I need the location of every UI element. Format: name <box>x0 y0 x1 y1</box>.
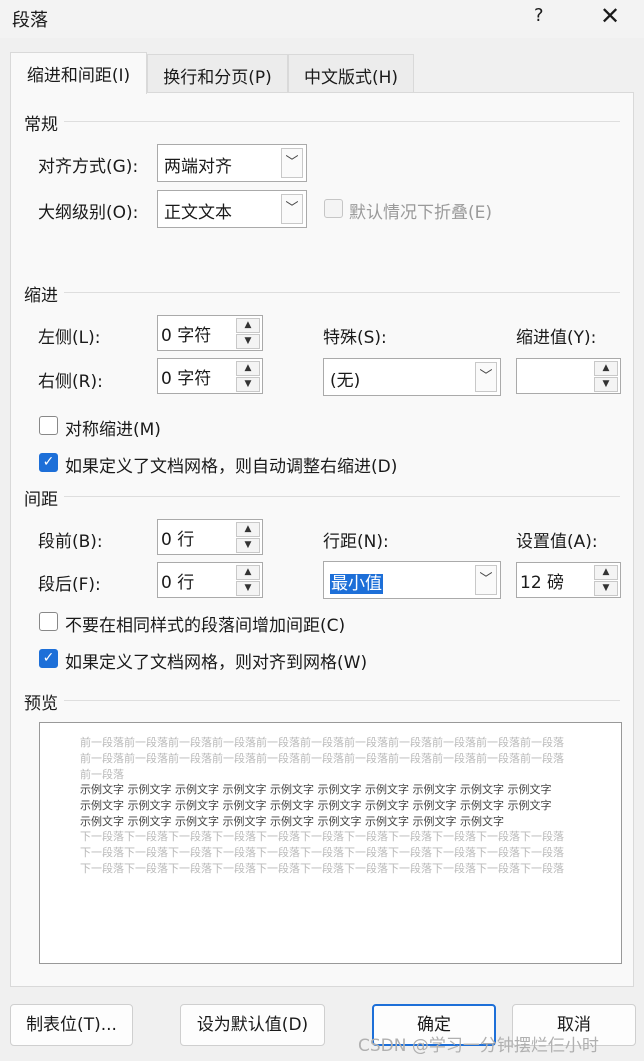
spin-up-icon[interactable]: ▲ <box>236 361 260 376</box>
alignment-select[interactable]: 两端对齐 ﹀ <box>157 144 307 182</box>
window-title: 段落 <box>12 10 48 31</box>
snap-to-grid-checkbox[interactable]: ✓ <box>39 649 58 668</box>
preview-sample-paragraph: 示例文字 示例文字 示例文字 示例文字 示例文字 示例文字 示例文字 示例文字 … <box>80 783 552 828</box>
set-default-button[interactable]: 设为默认值(D) <box>180 1004 325 1046</box>
collapse-label: 默认情况下折叠(E) <box>349 203 493 223</box>
spin-down-icon[interactable]: ▼ <box>594 581 618 596</box>
line-spacing-label: 行距(N): <box>323 532 389 552</box>
spacing-before-value: 0 行 <box>161 530 195 550</box>
spacing-at-stepper[interactable]: 12 磅 ▲ ▼ <box>516 562 621 598</box>
spacing-at-label: 设置值(A): <box>516 532 598 552</box>
chevron-down-icon[interactable]: ﹀ <box>281 194 303 224</box>
tabs-button[interactable]: 制表位(T)... <box>10 1004 133 1046</box>
mirror-indents-checkbox[interactable] <box>39 416 58 435</box>
tab-asian-typography[interactable]: 中文版式(H) <box>288 54 414 92</box>
mirror-indents-label: 对称缩进(M) <box>65 420 161 440</box>
divider <box>64 292 620 293</box>
collapse-checkbox[interactable] <box>324 199 343 218</box>
outline-level-label: 大纲级别(O): <box>38 203 139 223</box>
spin-up-icon[interactable]: ▲ <box>594 361 618 376</box>
spacing-before-label: 段前(B): <box>38 532 103 552</box>
special-value: (无) <box>330 371 361 391</box>
spin-up-icon[interactable]: ▲ <box>236 522 260 537</box>
indent-right-stepper[interactable]: 0 字符 ▲ ▼ <box>157 358 263 394</box>
indent-right-label: 右侧(R): <box>38 372 103 392</box>
spacing-after-value: 0 行 <box>161 573 195 593</box>
checkmark-icon: ✓ <box>42 650 55 666</box>
line-spacing-selected-text: 最小值 <box>330 574 383 594</box>
no-space-same-style-checkbox[interactable] <box>39 612 58 631</box>
divider <box>64 121 620 122</box>
spacing-after-stepper[interactable]: 0 行 ▲ ▼ <box>157 562 263 598</box>
indentation-heading: 缩进 <box>24 286 58 306</box>
line-spacing-select[interactable]: 最小值 ﹀ <box>323 561 501 599</box>
spacing-after-label: 段后(F): <box>38 575 101 595</box>
spin-up-icon[interactable]: ▲ <box>236 565 260 580</box>
spacing-before-stepper[interactable]: 0 行 ▲ ▼ <box>157 519 263 555</box>
help-button[interactable]: ? <box>534 5 544 26</box>
spin-down-icon[interactable]: ▼ <box>236 581 260 596</box>
indent-left-label: 左侧(L): <box>38 328 101 348</box>
no-space-same-style-label: 不要在相同样式的段落间增加间距(C) <box>65 616 346 636</box>
spin-down-icon[interactable]: ▼ <box>594 377 618 392</box>
indent-by-stepper[interactable]: ▲ ▼ <box>516 358 621 394</box>
snap-to-grid-label: 如果定义了文档网格，则对齐到网格(W) <box>65 653 368 673</box>
outline-level-select[interactable]: 正文文本 ﹀ <box>157 190 307 228</box>
special-label: 特殊(S): <box>323 328 387 348</box>
indent-left-stepper[interactable]: 0 字符 ▲ ▼ <box>157 315 263 351</box>
outline-level-value: 正文文本 <box>164 203 232 223</box>
general-heading: 常规 <box>24 115 58 135</box>
chevron-down-icon[interactable]: ﹀ <box>475 362 497 392</box>
preview-next-paragraph: 下一段落下一段落下一段落下一段落下一段落下一段落下一段落下一段落下一段落下一段落… <box>80 830 564 875</box>
close-button[interactable]: ✕ <box>600 2 620 30</box>
spacing-heading: 间距 <box>24 490 58 510</box>
preview-heading: 预览 <box>24 694 58 714</box>
line-spacing-value: 最小值 <box>330 569 383 594</box>
checkmark-icon: ✓ <box>42 454 55 470</box>
indent-right-value: 0 字符 <box>161 369 212 389</box>
spin-down-icon[interactable]: ▼ <box>236 334 260 349</box>
auto-adjust-indent-checkbox[interactable]: ✓ <box>39 453 58 472</box>
special-select[interactable]: (无) ﹀ <box>323 358 501 396</box>
alignment-value: 两端对齐 <box>164 157 232 177</box>
spin-up-icon[interactable]: ▲ <box>236 318 260 333</box>
divider <box>64 496 620 497</box>
tab-line-and-page-breaks[interactable]: 换行和分页(P) <box>147 54 288 92</box>
title-bar <box>0 0 644 38</box>
preview-box: 前一段落前一段落前一段落前一段落前一段落前一段落前一段落前一段落前一段落前一段落… <box>39 722 622 964</box>
indent-left-value: 0 字符 <box>161 326 212 346</box>
spin-down-icon[interactable]: ▼ <box>236 538 260 553</box>
indent-by-label: 缩进值(Y): <box>516 328 597 348</box>
tab-indents-and-spacing[interactable]: 缩进和间距(I) <box>10 52 147 94</box>
chevron-down-icon[interactable]: ﹀ <box>475 565 497 595</box>
chevron-down-icon[interactable]: ﹀ <box>281 148 303 178</box>
watermark: CSDN @学习一分钟摆烂仨小时 <box>358 1036 599 1056</box>
spacing-at-value: 12 磅 <box>520 573 565 593</box>
alignment-label: 对齐方式(G): <box>38 157 139 177</box>
preview-previous-paragraph: 前一段落前一段落前一段落前一段落前一段落前一段落前一段落前一段落前一段落前一段落… <box>80 736 564 781</box>
auto-adjust-indent-label: 如果定义了文档网格，则自动调整右缩进(D) <box>65 457 398 477</box>
spin-down-icon[interactable]: ▼ <box>236 377 260 392</box>
divider <box>64 700 620 701</box>
spin-up-icon[interactable]: ▲ <box>594 565 618 580</box>
